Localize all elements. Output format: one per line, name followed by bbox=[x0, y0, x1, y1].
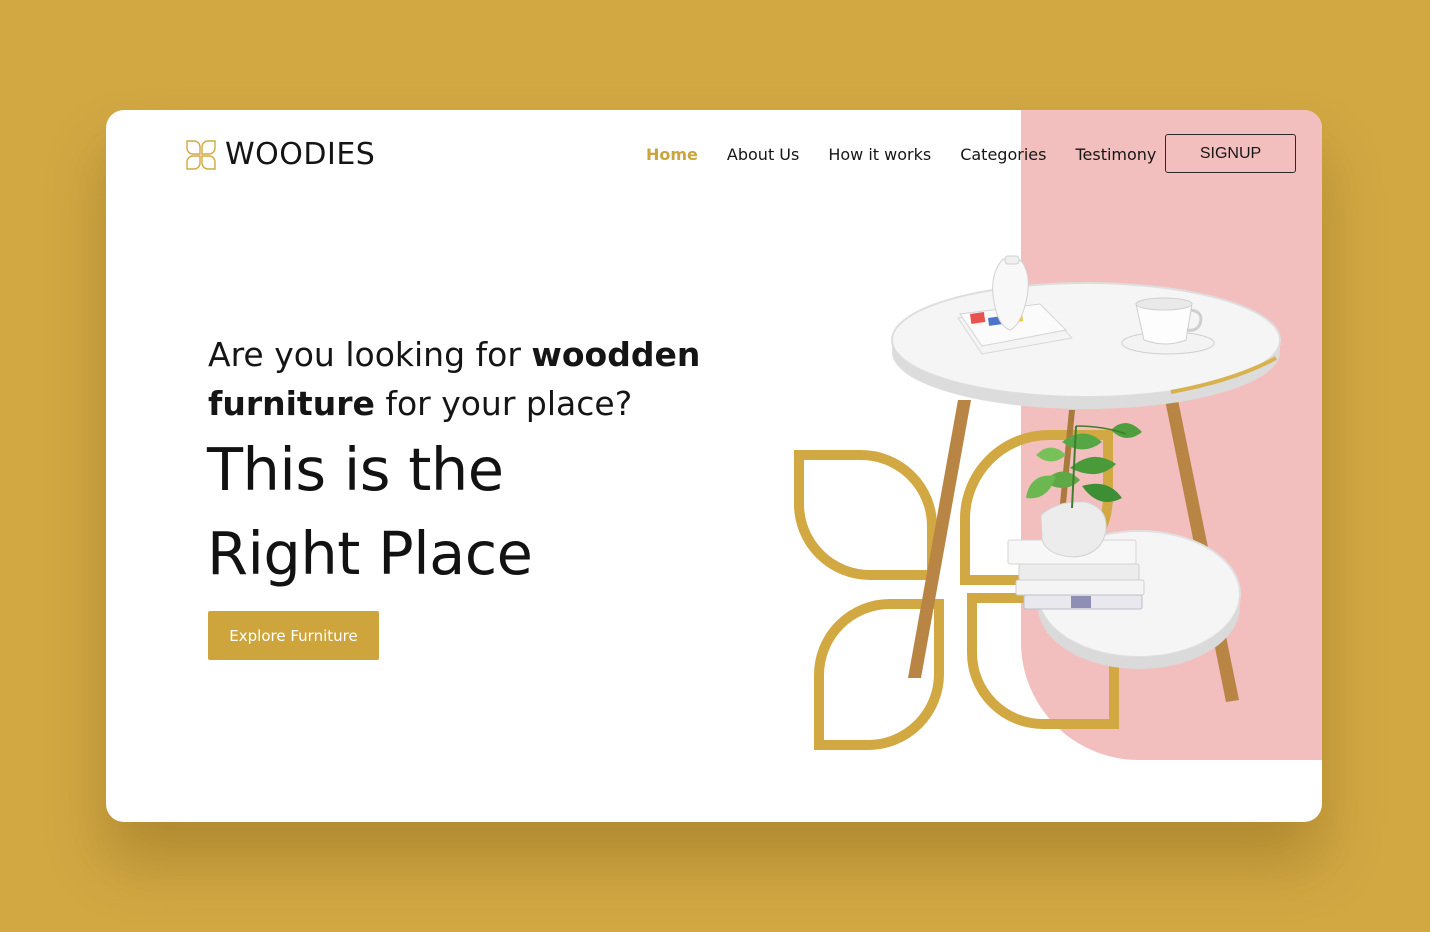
main-nav: Home About Us How it works Categories Te… bbox=[646, 134, 1185, 175]
hero-title-line2: Right Place bbox=[207, 519, 533, 588]
hero-question-part2: for your place? bbox=[374, 384, 633, 423]
explore-furniture-button[interactable]: Explore Furniture bbox=[208, 611, 379, 660]
hero-title: This is the Right Place bbox=[207, 428, 533, 596]
flower-petals-icon bbox=[186, 140, 216, 170]
hero-question-part1: Are you looking for bbox=[208, 335, 532, 374]
landing-card: WOODIES Home About Us How it works Categ… bbox=[106, 110, 1322, 822]
nav-item-categories[interactable]: Categories bbox=[960, 145, 1046, 164]
nav-item-how-it-works[interactable]: How it works bbox=[828, 145, 931, 164]
logo[interactable]: WOODIES bbox=[186, 140, 375, 170]
brand-name: WOODIES bbox=[225, 137, 376, 172]
hero-question: Are you looking for woodden furniture fo… bbox=[208, 330, 718, 428]
nav-item-testimony[interactable]: Testimony bbox=[1075, 145, 1156, 164]
signup-button[interactable]: SIGNUP bbox=[1165, 134, 1296, 173]
hero-title-line1: This is the bbox=[207, 435, 504, 504]
hero-illustration bbox=[794, 255, 1281, 750]
nav-item-about-us[interactable]: About Us bbox=[727, 145, 799, 164]
nav-item-home[interactable]: Home bbox=[646, 145, 698, 164]
